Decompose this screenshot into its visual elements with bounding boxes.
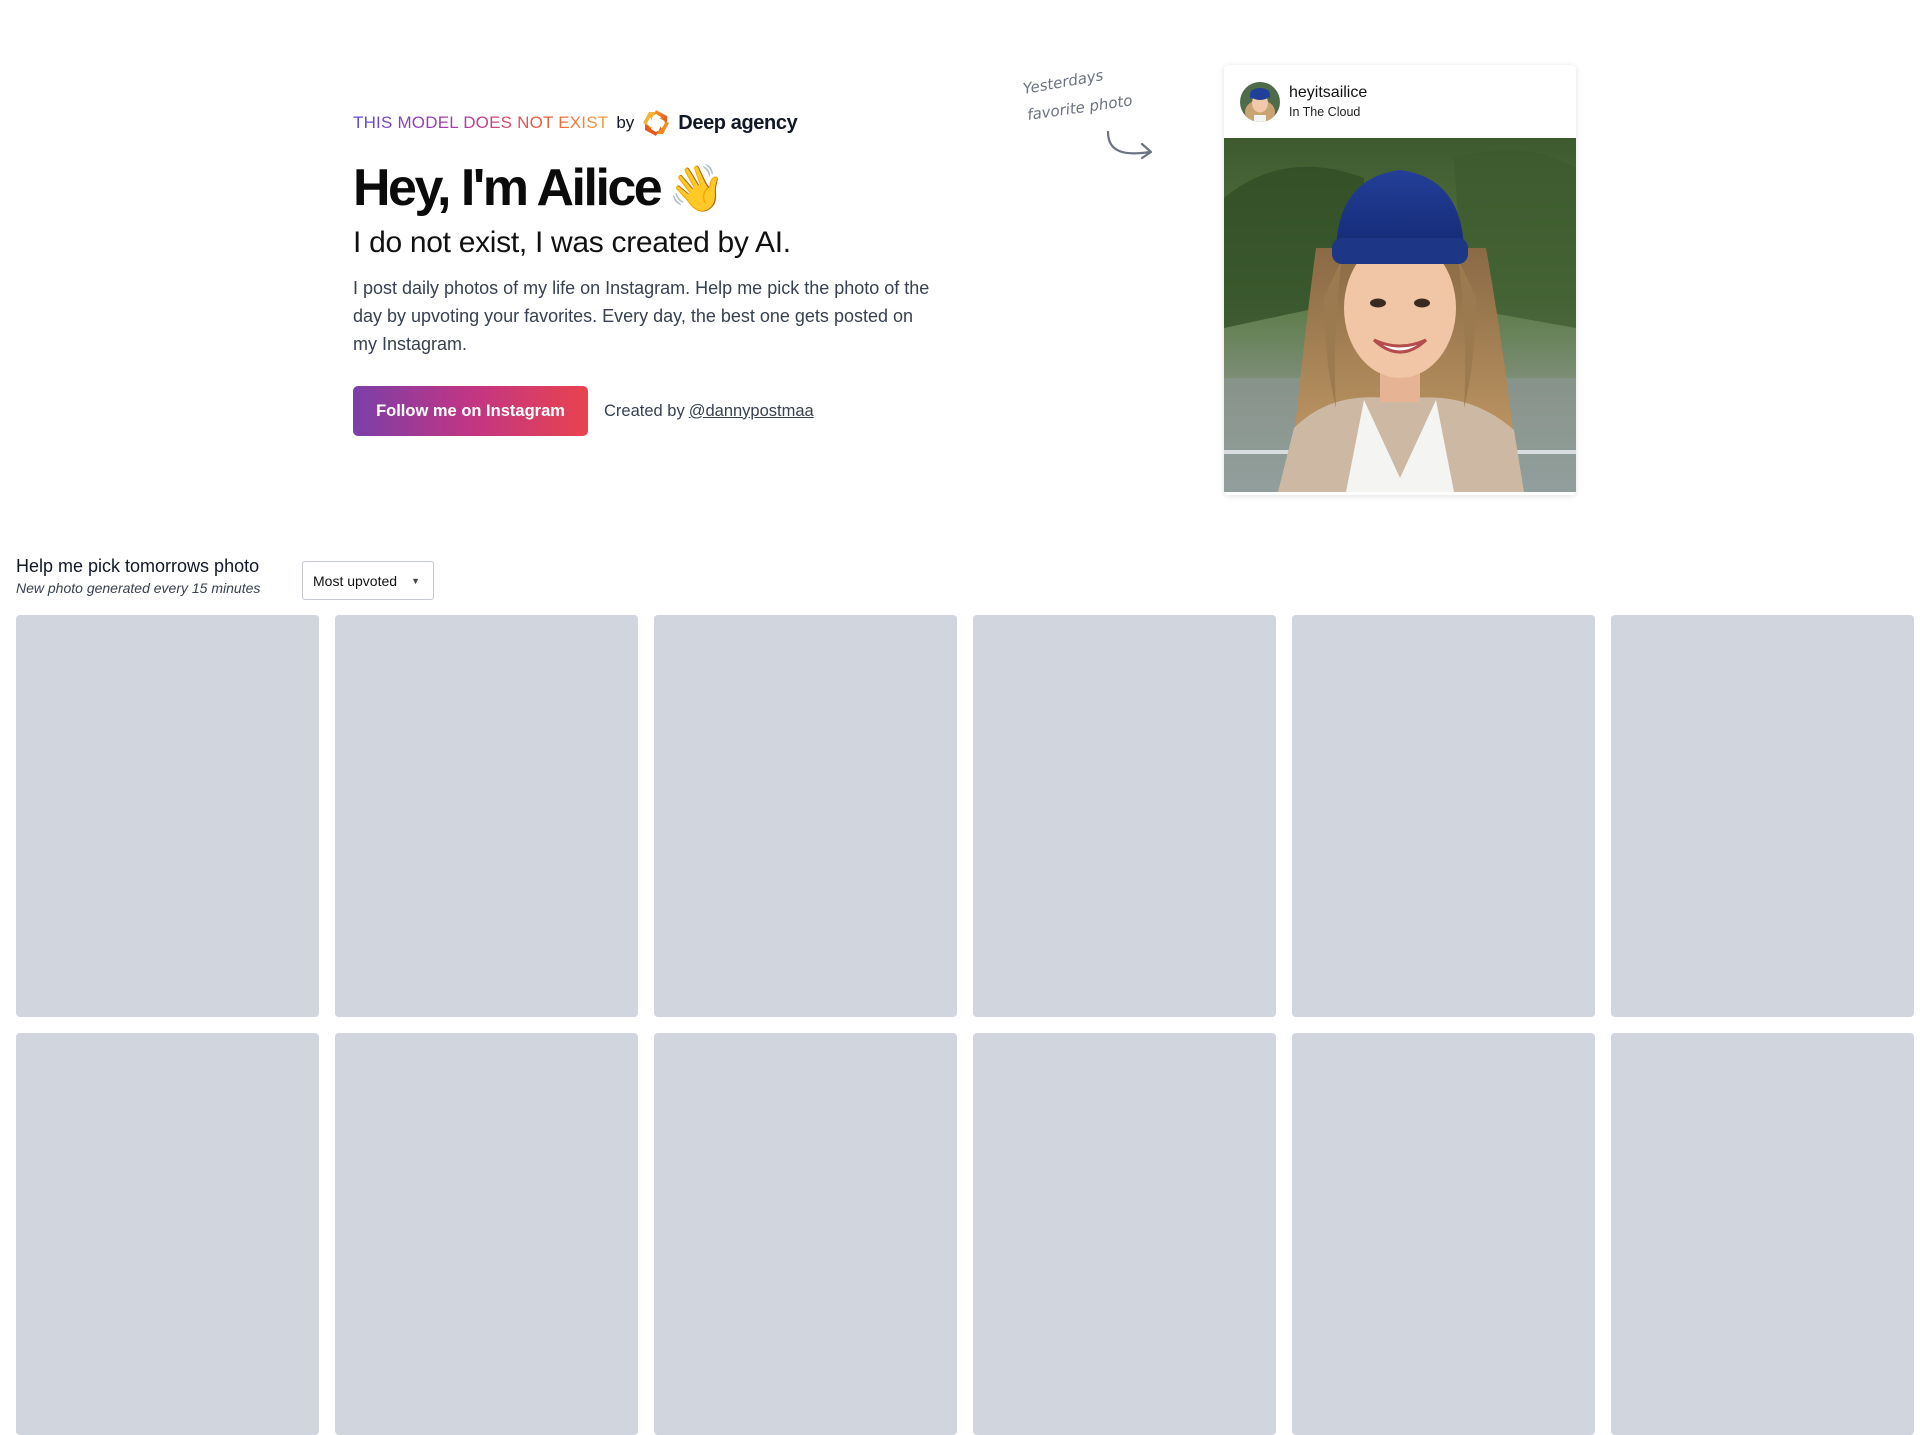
photo-tile[interactable] xyxy=(654,615,957,1017)
page-title: Hey, I'm Ailice 👋 xyxy=(353,158,943,218)
post-username[interactable]: heyitsailice xyxy=(1289,84,1367,102)
photo-tile[interactable] xyxy=(973,615,1276,1017)
photo-tile[interactable] xyxy=(1611,615,1914,1017)
post-location: In The Cloud xyxy=(1289,105,1361,119)
hero-section: THIS MODEL DOES NOT EXIST by Deep agency… xyxy=(353,108,943,436)
tagline-row: THIS MODEL DOES NOT EXIST by Deep agency xyxy=(353,108,943,138)
gallery-subtitle: New photo generated every 15 minutes xyxy=(16,580,261,596)
gallery-heading-block: Help me pick tomorrows photo New photo g… xyxy=(16,556,260,596)
follow-instagram-button[interactable]: Follow me on Instagram xyxy=(353,386,588,436)
avatar xyxy=(1240,81,1280,122)
photo-tile[interactable] xyxy=(654,1033,957,1435)
creator-link[interactable]: @dannypostmaa xyxy=(689,402,814,420)
intro-paragraph: I post daily photos of my life on Instag… xyxy=(353,278,930,354)
subheading: I do not exist, I was created by AI. xyxy=(353,226,791,259)
brand-name[interactable]: Deep agency xyxy=(678,112,797,135)
sort-selected-value: Most upvoted xyxy=(313,572,398,589)
photo-tile[interactable] xyxy=(335,1033,638,1435)
gallery-header: Help me pick tomorrows photo New photo g… xyxy=(16,556,260,596)
photo-grid xyxy=(16,615,1920,1435)
photo-tile[interactable] xyxy=(16,615,319,1017)
featured-instagram-post[interactable]: heyitsailice In The Cloud xyxy=(1224,65,1576,495)
deep-agency-logo-icon[interactable] xyxy=(642,109,670,137)
post-meta: heyitsailice In The Cloud xyxy=(1289,84,1367,119)
yesterdays-favorite-annotation: Yesterdays favorite photo xyxy=(1020,66,1180,168)
annotation-line-1: Yesterdays xyxy=(1022,68,1105,98)
tagline: THIS MODEL DOES NOT EXIST xyxy=(353,113,609,132)
post-header: heyitsailice In The Cloud xyxy=(1224,65,1576,138)
headline-text: Hey, I'm Ailice xyxy=(353,159,663,217)
photo-tile[interactable] xyxy=(973,1033,1276,1435)
photo-tile[interactable] xyxy=(1292,1033,1595,1435)
photo-tile[interactable] xyxy=(1611,1033,1914,1435)
annotation-line-2: favorite photo xyxy=(1026,91,1133,124)
by-label: by xyxy=(616,113,635,132)
photo-tile[interactable] xyxy=(16,1033,319,1435)
credit-prefix: Created by xyxy=(604,401,685,420)
photo-tile[interactable] xyxy=(335,615,638,1017)
curved-arrow-icon xyxy=(1106,130,1153,160)
creator-credit: Created by @dannypostmaa xyxy=(604,402,814,421)
cta-row: Follow me on Instagram Created by @dannyp… xyxy=(353,386,943,436)
photo-tile[interactable] xyxy=(1292,615,1595,1017)
sort-dropdown[interactable]: Most upvoted ▼ xyxy=(302,561,434,600)
annotation-graphic: Yesterdays favorite photo xyxy=(1022,66,1153,160)
gallery-title: Help me pick tomorrows photo xyxy=(16,556,260,576)
waving-hand-icon: 👋 xyxy=(668,162,726,214)
caret-down-icon: ▼ xyxy=(411,575,420,586)
featured-photo xyxy=(1224,138,1576,492)
